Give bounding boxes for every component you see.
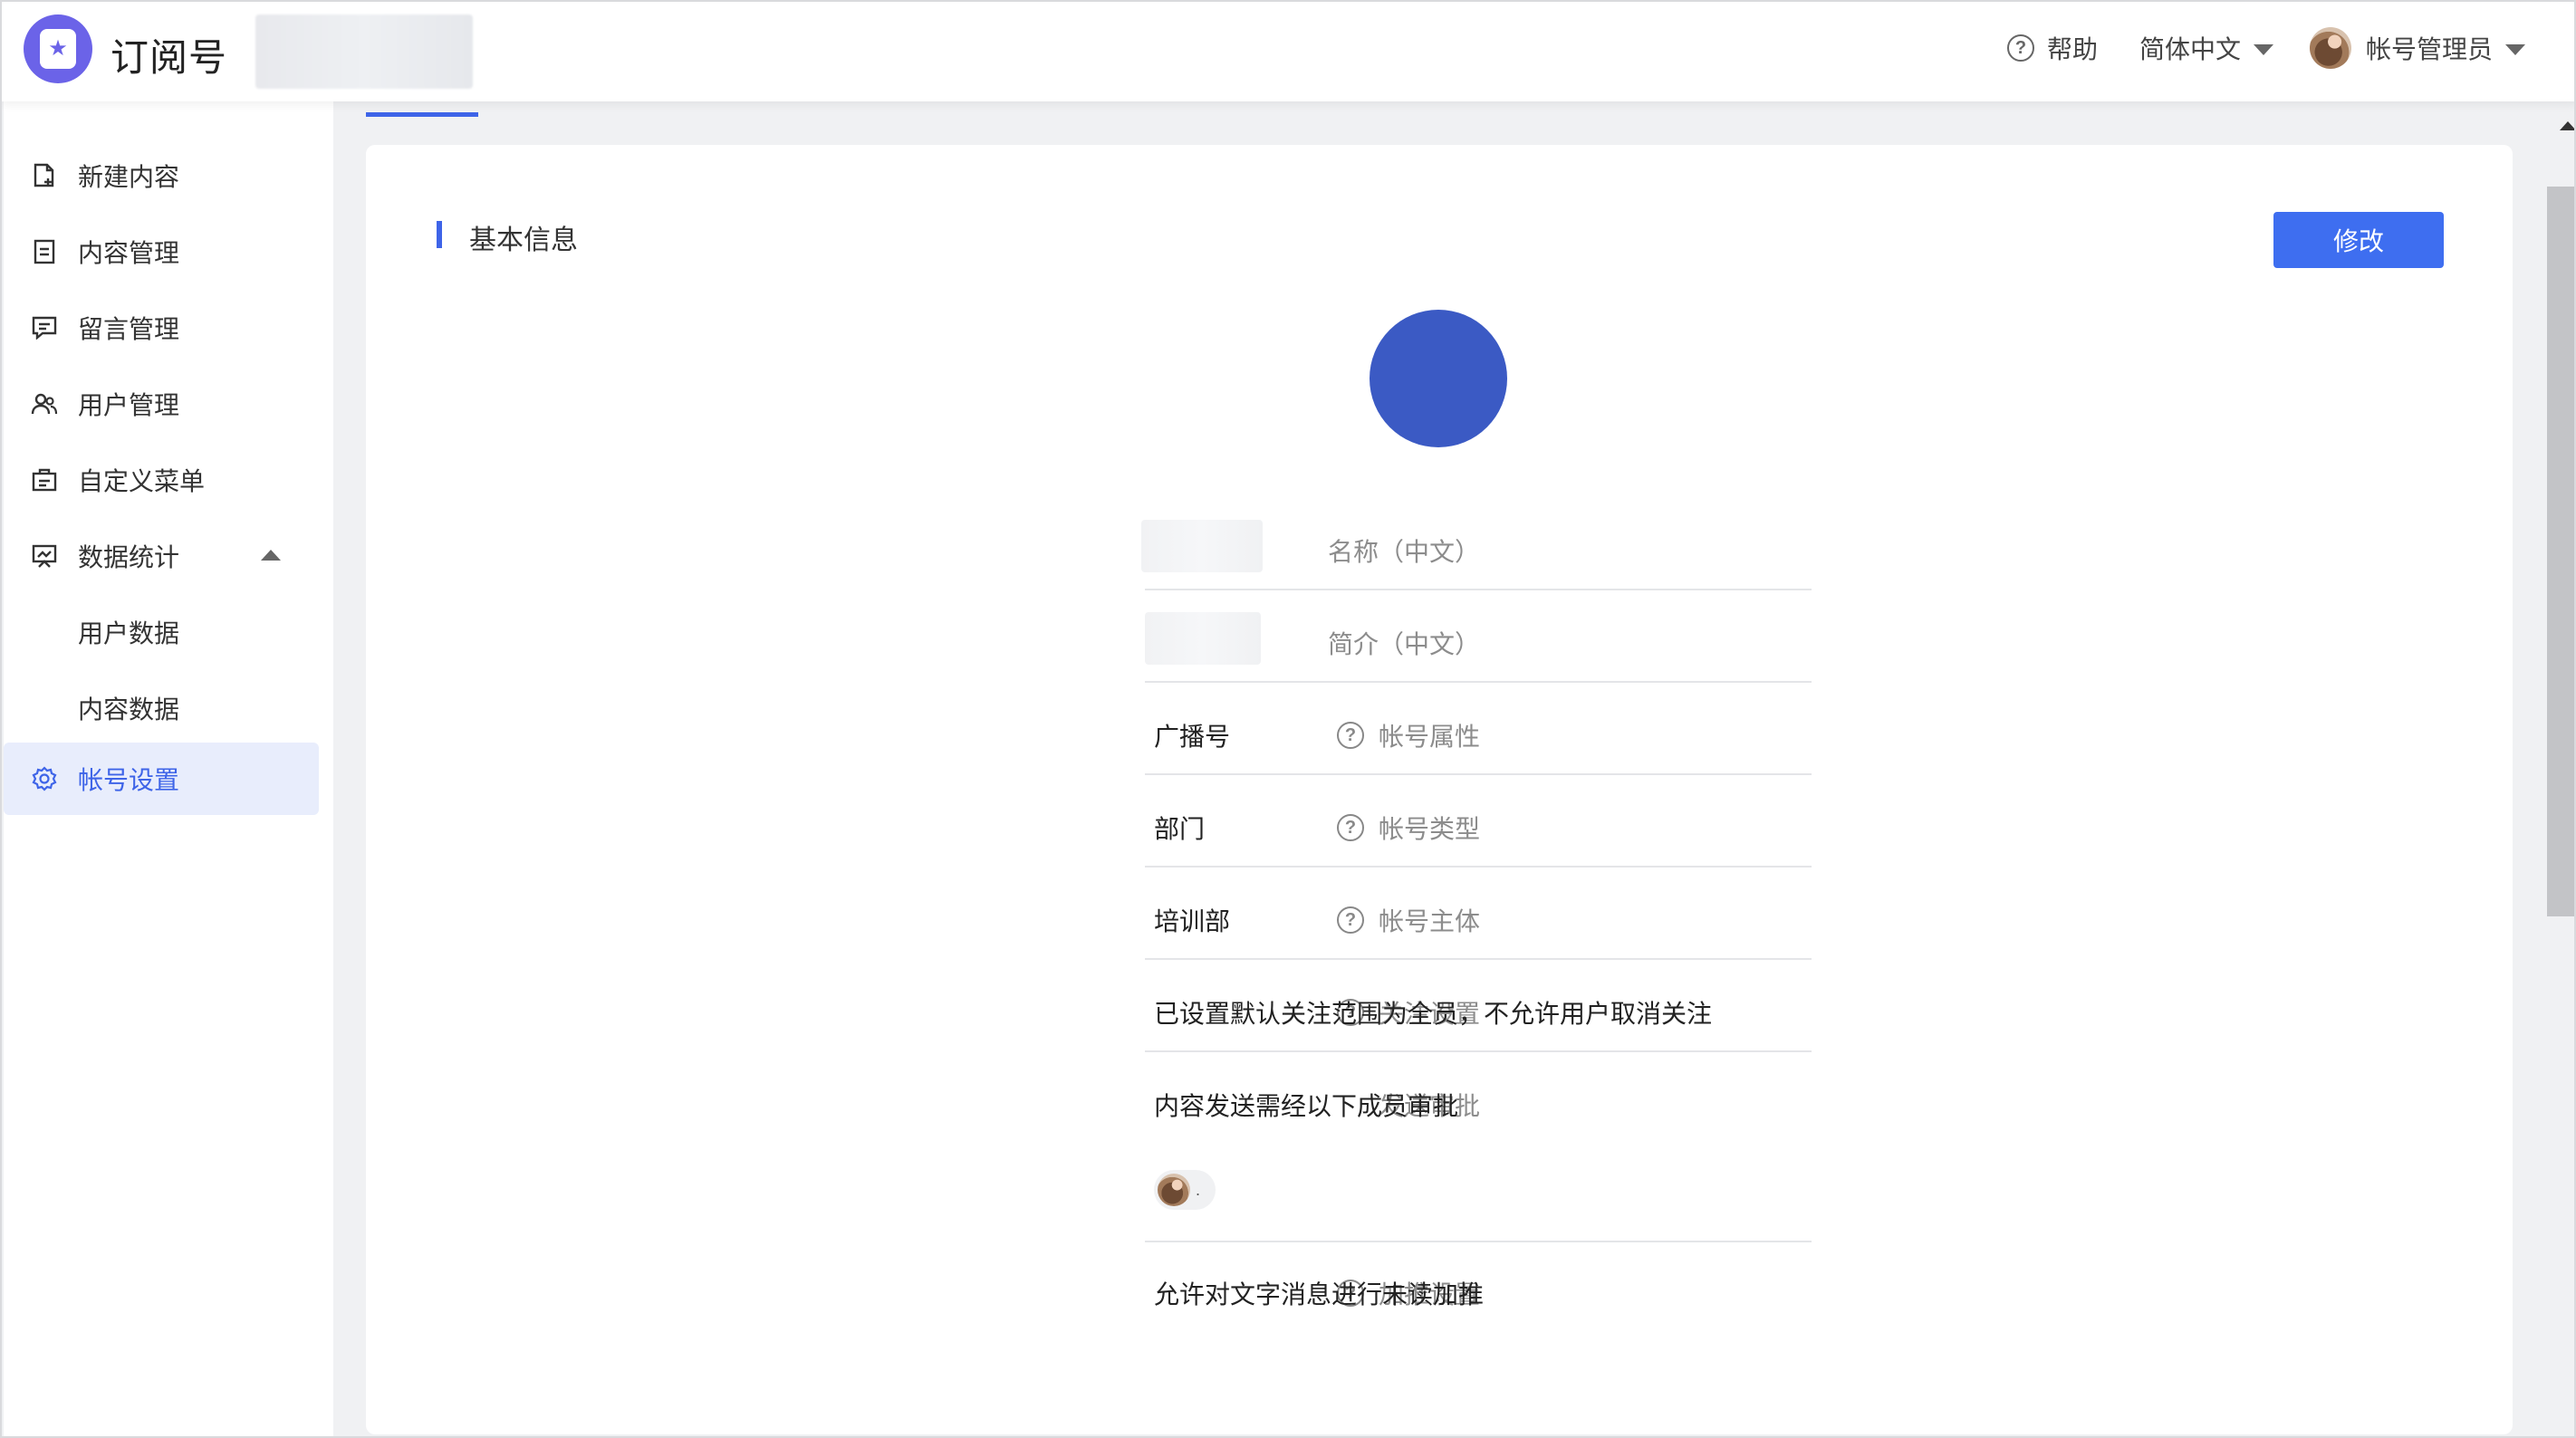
help-icon[interactable]: ?	[1336, 906, 1364, 934]
chevron-up-icon	[261, 550, 281, 561]
field-value: 培训部	[1154, 907, 1231, 935]
account-name-blurred	[255, 14, 473, 89]
sidebar-item-label: 用户管理	[78, 391, 180, 419]
sidebar-item-label: 数据统计	[78, 543, 180, 571]
edit-button[interactable]: 修改	[2273, 212, 2444, 268]
field-label-text: 帐号主体	[1378, 907, 1480, 935]
sidebar-item-user-data[interactable]: 用户数据	[4, 596, 319, 668]
chevron-down-icon	[2505, 44, 2526, 55]
field-label: ? 帐号属性	[1336, 717, 1480, 753]
sidebar-item-user-management[interactable]: 用户管理	[4, 368, 319, 440]
sidebar-item-label: 内容管理	[78, 239, 180, 267]
sidebar-item-account-settings[interactable]: 帐号设置	[4, 743, 319, 815]
field-value: 允许对文字消息进行未读加推	[1154, 1280, 1485, 1309]
statistics-icon	[31, 543, 58, 569]
language-select[interactable]: 简体中文	[2139, 27, 2274, 69]
help-icon[interactable]: ?	[1336, 722, 1364, 749]
gear-icon	[31, 766, 58, 791]
divider	[1145, 958, 1812, 960]
sidebar-item-label: 帐号设置	[78, 766, 180, 794]
top-header: ★ 订阅号 ? 帮助 简体中文 帐号管理员	[2, 2, 2574, 101]
help-link[interactable]: ? 帮助	[2007, 27, 2098, 69]
avatar	[1158, 1174, 1190, 1206]
language-label: 简体中文	[2139, 35, 2242, 63]
scrollbar-thumb[interactable]	[2547, 187, 2574, 916]
sidebar-item-new-content[interactable]: 新建内容	[4, 139, 319, 212]
sidebar-item-content-data[interactable]: 内容数据	[4, 672, 319, 744]
help-icon[interactable]: ?	[1336, 814, 1364, 841]
user-menu[interactable]: 帐号管理员	[2310, 27, 2526, 69]
user-label: 帐号管理员	[2366, 35, 2494, 63]
sidebar: 新建内容 内容管理 留言管理 用户管理 自定义菜单 数据统计 用户数据 内容数据…	[4, 101, 333, 1436]
approver-name: .	[1196, 1180, 1201, 1199]
divider	[1145, 1050, 1812, 1052]
field-value: 部门	[1154, 815, 1206, 843]
sidebar-item-comment-management[interactable]: 留言管理	[4, 292, 319, 364]
sidebar-item-label: 留言管理	[78, 315, 180, 343]
menu-icon	[31, 468, 58, 492]
divider	[1145, 681, 1812, 683]
field-label: ? 帐号类型	[1336, 810, 1480, 846]
field-label-text: 帐号属性	[1378, 723, 1480, 751]
active-tab-indicator	[366, 112, 478, 117]
sidebar-item-custom-menu[interactable]: 自定义菜单	[4, 444, 319, 516]
help-icon: ?	[2007, 34, 2034, 62]
field-value-blurred	[1141, 520, 1263, 572]
sidebar-item-label: 内容数据	[78, 695, 180, 724]
app-title: 订阅号	[111, 36, 228, 79]
section-marker	[437, 221, 442, 248]
app-window: ★ 订阅号 ? 帮助 简体中文 帐号管理员 新建内容 内容管理 留言管理 用户管…	[0, 0, 2576, 1438]
star-icon: ★	[40, 29, 76, 69]
sidebar-item-content-management[interactable]: 内容管理	[4, 216, 319, 288]
field-value: 内容发送需经以下成员审批	[1154, 1092, 1459, 1120]
divider	[1145, 773, 1812, 775]
scroll-up-arrow-icon[interactable]	[2560, 121, 2574, 130]
field-value: 已设置默认关注范围为全员，不允许用户取消关注	[1154, 1000, 1713, 1028]
divider	[1145, 589, 1812, 590]
users-icon	[31, 392, 58, 416]
divider	[1145, 1241, 1812, 1242]
basic-info-card: 基本信息 修改 名称（中文） 简介（中文） ? 帐号属性 广播号 ? 帐号类型 …	[366, 145, 2513, 1434]
field-value-blurred	[1145, 612, 1261, 665]
sidebar-item-label: 用户数据	[78, 619, 180, 647]
help-label: 帮助	[2047, 35, 2099, 63]
account-avatar[interactable]	[1370, 310, 1507, 447]
field-label: 简介（中文）	[1327, 630, 1480, 658]
divider	[1145, 866, 1812, 868]
section-title: 基本信息	[469, 225, 578, 255]
new-document-icon	[31, 163, 58, 188]
sidebar-item-label: 新建内容	[78, 163, 180, 191]
field-value: 广播号	[1154, 723, 1231, 751]
field-label: 名称（中文）	[1327, 538, 1480, 566]
chevron-down-icon	[2254, 44, 2274, 55]
sidebar-item-statistics[interactable]: 数据统计	[4, 520, 319, 592]
document-icon	[31, 239, 58, 264]
approver-chip[interactable]: .	[1154, 1170, 1216, 1210]
comment-icon	[31, 316, 58, 340]
field-label-text: 帐号类型	[1378, 815, 1480, 843]
avatar	[2310, 27, 2351, 69]
app-logo: ★	[24, 14, 92, 83]
field-label: ? 帐号主体	[1336, 902, 1480, 938]
sidebar-item-label: 自定义菜单	[78, 467, 206, 495]
